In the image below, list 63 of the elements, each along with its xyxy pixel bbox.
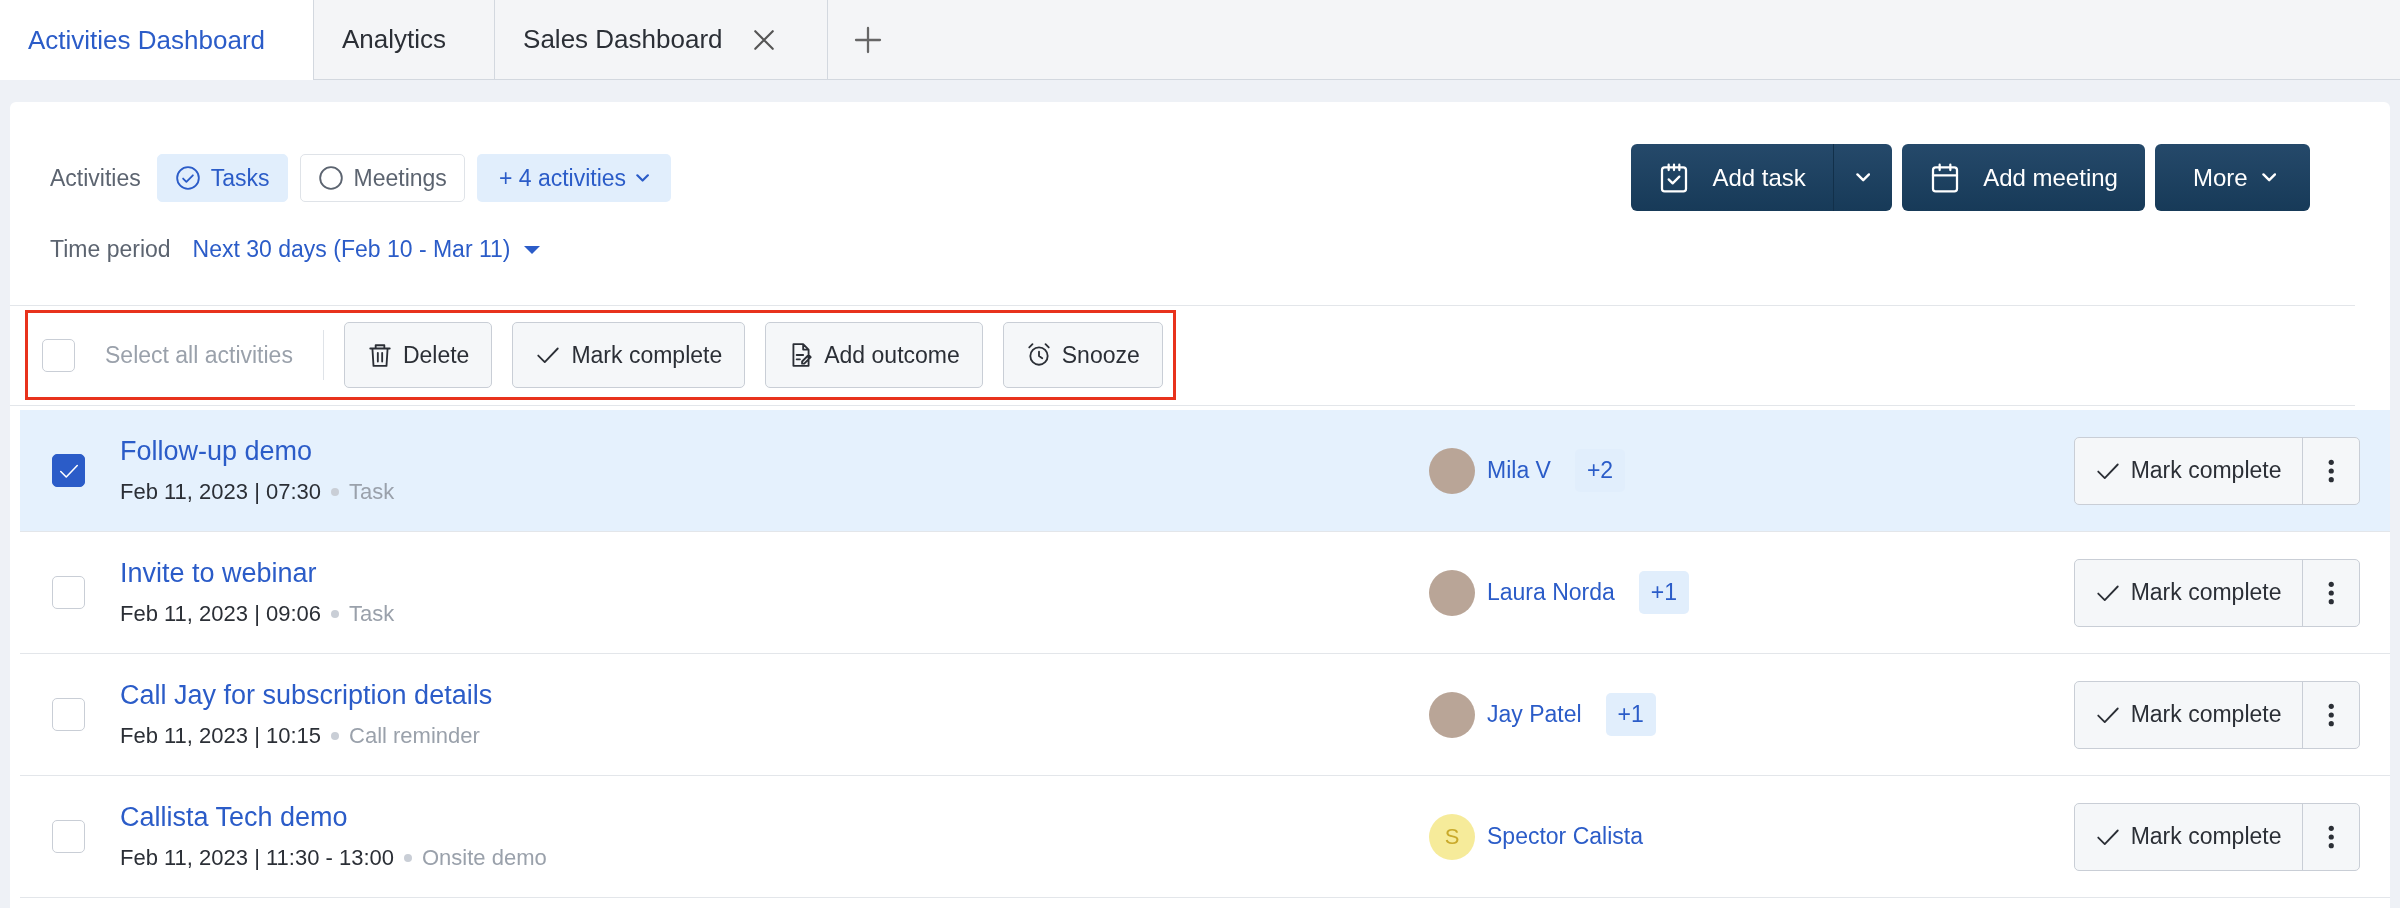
mark-complete-button[interactable]: Mark complete [2074,559,2302,626]
bulk-action-button[interactable]: Mark complete [512,322,746,388]
activity-title-link[interactable]: Call Jay for subscription details [120,680,1429,711]
chevron-down-icon [2261,173,2276,182]
activity-type: Task [349,479,395,505]
activity-datetime: Feb 11, 2023 | 07:30 [120,479,322,505]
extra-assignees-count[interactable]: +1 [1605,693,1656,736]
more-activities-dropdown[interactable]: + 4 activities [476,154,672,202]
avatar-placeholder [1429,447,1475,494]
filter-chip[interactable]: Meetings [299,154,465,202]
mark-complete-button[interactable]: Mark complete [2074,803,2302,870]
separator-dot [331,610,340,618]
filter-chip[interactable]: Tasks [156,154,288,202]
bulk-action-button[interactable]: Snooze [1002,322,1163,388]
separator-dot [404,854,412,862]
assignee-name-link[interactable]: Mila V [1487,457,1551,484]
activity-datetime: Feb 11, 2023 | 11:30 - 13:00 [120,845,394,871]
separator-dot [331,488,340,496]
filter-label: Activities [50,164,141,192]
check-circle-icon [174,165,201,191]
avatar-initial: S [1429,813,1475,860]
row-checkbox[interactable] [52,454,85,487]
add-task-button[interactable]: Add task [1631,144,1833,211]
activity-type: Task [349,601,395,627]
activity-datetime: Feb 11, 2023 | 10:15 [120,723,322,749]
assignee-name-link[interactable]: Laura Norda [1487,579,1615,606]
time-period-dropdown[interactable]: Next 30 days (Feb 10 - Mar 11) [186,236,541,263]
circle-icon [317,165,344,191]
avatar-placeholder [1429,691,1475,738]
more-options-icon [2327,701,2334,728]
tab[interactable]: Sales Dashboard [495,0,828,79]
activity-datetime: Feb 11, 2023 | 09:06 [120,601,322,627]
more-options-icon [2327,823,2334,850]
add-meeting-button[interactable]: Add meeting [1902,144,2145,211]
chevron-down-icon [1855,173,1871,182]
extra-assignees-count[interactable]: +2 [1574,449,1626,492]
activity-title-link[interactable]: Follow-up demo [120,436,1429,467]
more-button[interactable]: More [2154,144,2310,211]
tab[interactable]: Activities Dashboard [0,0,314,80]
activity-title-link[interactable]: Invite to webinar [120,558,1429,589]
caret-icon [524,245,541,254]
bulk-action-button[interactable]: Delete [343,322,493,388]
activity-type: Call reminder [349,723,480,749]
mark-complete-button[interactable]: Mark complete [2074,437,2302,504]
assignee-name-link[interactable]: Spector Calista [1487,823,1643,850]
separator-dot [331,732,340,740]
select-all-checkbox[interactable] [42,338,75,372]
alarm-clock-icon [1025,342,1052,368]
mark-complete-button[interactable]: Mark complete [2074,681,2302,748]
activity-type: Onsite demo [422,845,547,871]
activity-row[interactable]: Follow-up demo Feb 11, 2023 | 07:30 Task Mila V +2 Mark complete [20,410,2390,532]
activity-title-link[interactable]: Callista Tech demo [120,802,1429,833]
time-period-label: Time period [50,236,171,263]
extra-assignees-count[interactable]: +1 [1638,571,1690,614]
chevron-down-icon [636,174,650,182]
more-options-icon [2327,457,2334,484]
tab[interactable]: Analytics [314,0,496,79]
select-all-label: Select all activities [105,341,293,369]
avatar-placeholder [1429,569,1475,616]
trash-icon [366,342,393,368]
more-options-icon [2327,579,2334,606]
bulk-action-button[interactable]: Add outcome [765,322,983,388]
assignee-name-link[interactable]: Jay Patel [1487,701,1582,728]
